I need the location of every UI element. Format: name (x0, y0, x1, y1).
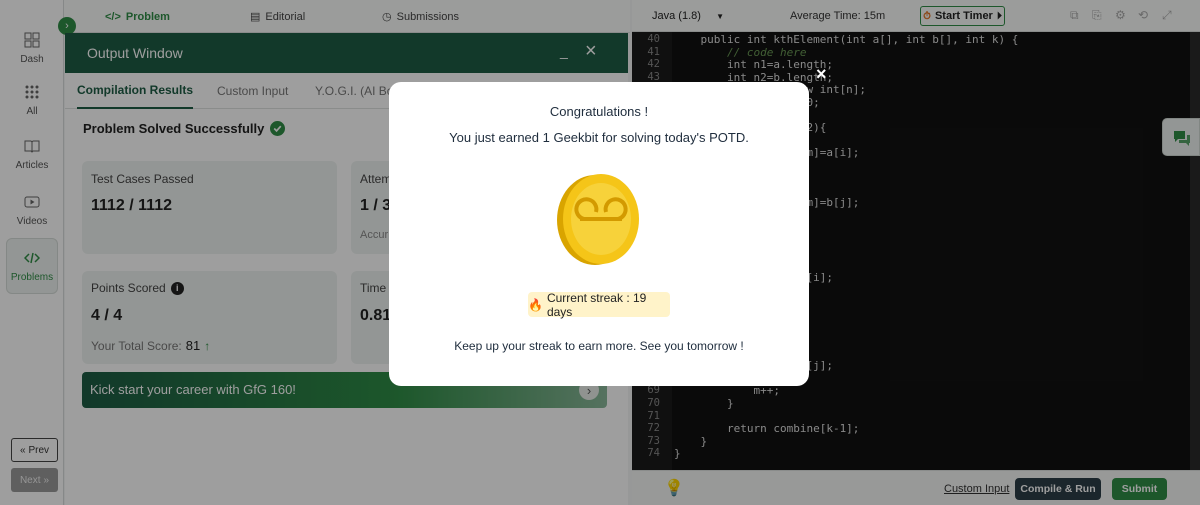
modal-footer: Keep up your streak to earn more. See yo… (454, 339, 744, 353)
streak-text: Current streak : 19 days (546, 290, 647, 319)
streak-badge: 🔥 Current streak : 19 days (528, 290, 670, 319)
modal-message: You just earned 1 Geekbit for solving to… (449, 130, 749, 145)
geekbit-coin-icon (557, 174, 639, 265)
modal-close-icon[interactable]: × (816, 64, 827, 85)
modal-title: Congratulations ! (549, 104, 649, 119)
potd-modal: Congratulations ! You just earned 1 Geek… (389, 82, 809, 386)
fire-icon: 🔥 (528, 297, 543, 312)
